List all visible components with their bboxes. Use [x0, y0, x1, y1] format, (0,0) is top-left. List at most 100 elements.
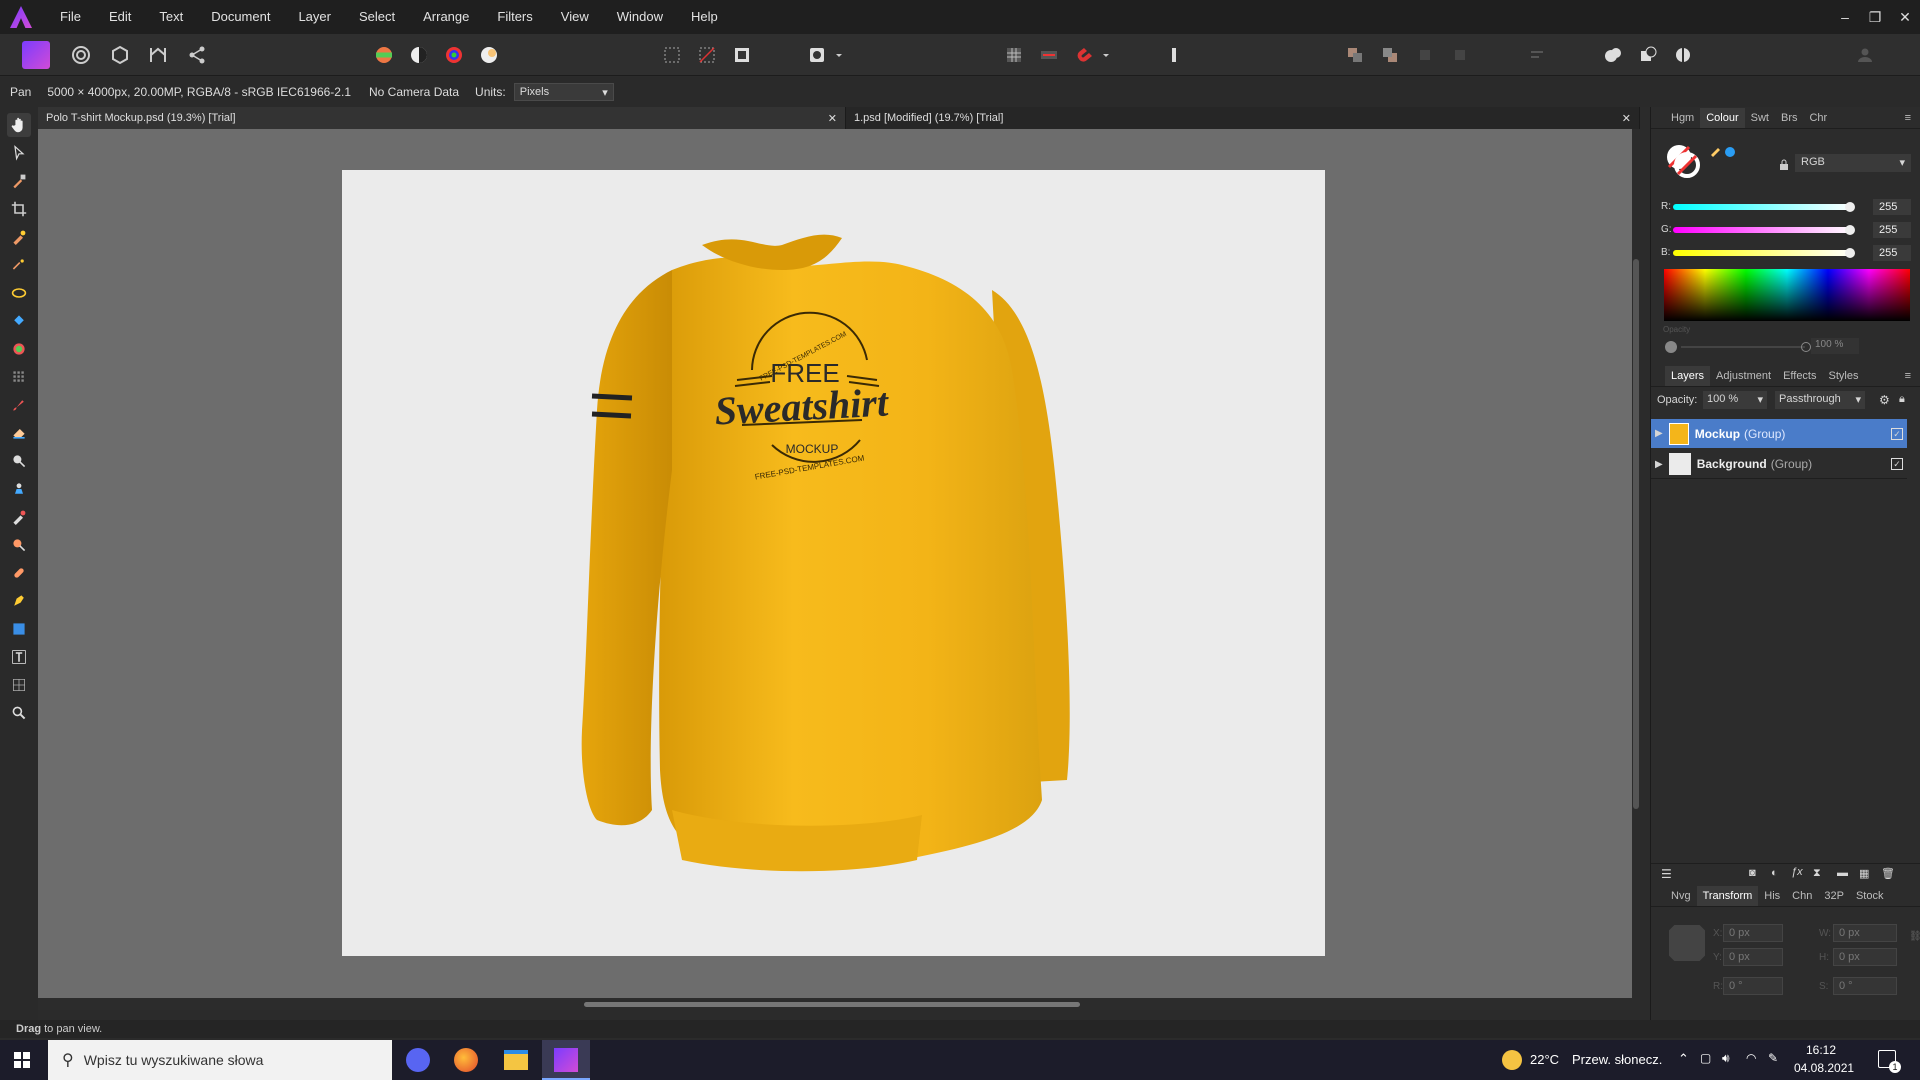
- colour-spectrum[interactable]: [1664, 269, 1910, 321]
- firefox-icon[interactable]: [454, 1048, 478, 1072]
- pen-tool-icon[interactable]: [7, 589, 31, 613]
- canvas-area[interactable]: FREE Sweatshirt MOCKUP FREE-PSD-TEMPLATE…: [38, 129, 1640, 998]
- photo-persona-icon[interactable]: [22, 41, 50, 69]
- vertical-scrollbar[interactable]: [1632, 129, 1640, 998]
- add-pixel-layer-icon[interactable]: ▦: [1859, 867, 1869, 880]
- tab-styles[interactable]: Styles: [1823, 370, 1865, 382]
- flood-fill-tool-icon[interactable]: [7, 309, 31, 333]
- boolean-intersect-icon[interactable]: [1670, 42, 1696, 68]
- link-icon[interactable]: ⛓︎: [1909, 931, 1920, 942]
- tab-effects[interactable]: Effects: [1777, 370, 1822, 382]
- arrange-backmost-icon[interactable]: [1447, 42, 1473, 68]
- user-account-icon[interactable]: [1852, 42, 1878, 68]
- affinity-photo-taskbar-button[interactable]: [542, 1040, 590, 1080]
- flood-select-tool-icon[interactable]: [7, 253, 31, 277]
- deselect-icon[interactable]: [694, 42, 720, 68]
- lock-icon[interactable]: [1779, 159, 1789, 174]
- weather-sun-icon[interactable]: [1502, 1050, 1522, 1070]
- crop-tool-icon[interactable]: [7, 197, 31, 221]
- network-icon[interactable]: ▢: [1700, 1051, 1711, 1065]
- menu-window[interactable]: Window: [603, 0, 677, 34]
- taskbar-search-box[interactable]: ⚲ Wpisz tu wyszukiwane słowa: [48, 1040, 392, 1080]
- menu-layer[interactable]: Layer: [284, 0, 345, 34]
- tab-histogram[interactable]: Hgm: [1665, 112, 1700, 124]
- invert-selection-icon[interactable]: [729, 42, 755, 68]
- boolean-add-icon[interactable]: [1600, 42, 1626, 68]
- affinity-photo-logo-icon[interactable]: [10, 6, 32, 28]
- eyedropper-icon[interactable]: [1709, 143, 1723, 160]
- layer-opacity-dropdown[interactable]: 100 % ▾: [1703, 391, 1767, 409]
- close-button[interactable]: ✕: [1890, 0, 1920, 34]
- speaker-icon[interactable]: 🔊︎: [1722, 1051, 1730, 1066]
- discord-icon[interactable]: [406, 1048, 430, 1072]
- fx-icon[interactable]: ƒx: [1791, 866, 1803, 878]
- rectangle-tool-icon[interactable]: [7, 617, 31, 641]
- smudge-brush-tool-icon[interactable]: [7, 505, 31, 529]
- weather-temp[interactable]: 22°C: [1530, 1052, 1559, 1067]
- arrange-forward-icon[interactable]: [1342, 42, 1368, 68]
- w-field[interactable]: 0 px: [1833, 924, 1897, 942]
- live-filter-icon[interactable]: ⧗: [1813, 867, 1821, 880]
- horizontal-scrollbar[interactable]: [38, 998, 1640, 1010]
- wifi-icon[interactable]: ◠: [1746, 1051, 1756, 1065]
- weather-text[interactable]: Przew. słonecz.: [1572, 1052, 1662, 1067]
- tab-channels[interactable]: Chn: [1786, 890, 1818, 902]
- selection-brush-tool-icon[interactable]: [7, 225, 31, 249]
- tab-layers[interactable]: Layers: [1665, 365, 1711, 386]
- mesh-warp-tool-icon[interactable]: [7, 673, 31, 697]
- anchor-selector-icon[interactable]: [1669, 925, 1705, 961]
- tab-polo-tshirt-mockup[interactable]: Polo T-shirt Mockup.psd (19.3%) [Trial] …: [38, 107, 846, 129]
- color-picker-tool-icon[interactable]: [7, 169, 31, 193]
- colour-dot[interactable]: [1725, 147, 1735, 157]
- colour-model-dropdown[interactable]: RGB ▾: [1795, 154, 1911, 172]
- align-icon[interactable]: [1524, 42, 1550, 68]
- expand-arrow-icon[interactable]: ▶: [1655, 428, 1663, 439]
- document-canvas[interactable]: FREE Sweatshirt MOCKUP FREE-PSD-TEMPLATE…: [342, 170, 1325, 956]
- close-icon[interactable]: ✕: [828, 112, 837, 125]
- green-channel-slider[interactable]: [1673, 225, 1855, 235]
- snapping-grid-icon[interactable]: [1001, 42, 1027, 68]
- menu-help[interactable]: Help: [677, 0, 732, 34]
- rotation-field[interactable]: 0 °: [1723, 977, 1783, 995]
- blue-channel-value[interactable]: 255: [1873, 245, 1911, 261]
- lock-icon[interactable]: 🔒︎: [1899, 393, 1905, 406]
- liquify-persona-icon[interactable]: [68, 42, 94, 68]
- tab-transform[interactable]: Transform: [1696, 885, 1759, 906]
- slider-thumb[interactable]: [1845, 225, 1855, 235]
- clock-time[interactable]: 16:12: [1806, 1043, 1836, 1057]
- clone-brush-tool-icon[interactable]: [7, 477, 31, 501]
- menu-filters[interactable]: Filters: [483, 0, 546, 34]
- visibility-checkbox-icon[interactable]: ✓: [1891, 427, 1903, 440]
- expand-arrow-icon[interactable]: ▶: [1655, 459, 1663, 470]
- panel-menu-icon[interactable]: ≡: [1899, 370, 1917, 382]
- snapping-magnet-icon[interactable]: [1071, 42, 1097, 68]
- arrange-back-icon[interactable]: [1377, 42, 1403, 68]
- menu-text[interactable]: Text: [145, 0, 197, 34]
- zoom-tool-icon[interactable]: [7, 701, 31, 725]
- chevron-down-icon[interactable]: [833, 42, 845, 68]
- blue-channel-slider[interactable]: [1673, 248, 1855, 258]
- chevron-down-icon[interactable]: [1100, 42, 1112, 68]
- auto-levels-icon[interactable]: [371, 42, 397, 68]
- pan-tool-icon[interactable]: [7, 113, 31, 137]
- menu-select[interactable]: Select: [345, 0, 409, 34]
- paint-brush-tool-icon[interactable]: [7, 393, 31, 417]
- notifications-icon[interactable]: 1: [1878, 1050, 1901, 1073]
- arrange-front-icon[interactable]: [1412, 42, 1438, 68]
- quick-mask-icon[interactable]: [804, 42, 830, 68]
- pixel-tool-icon[interactable]: [7, 365, 31, 389]
- layer-row-background[interactable]: ▶ Background (Group) ✓: [1651, 450, 1907, 479]
- adjustment-icon[interactable]: ◐: [1771, 867, 1778, 879]
- artistic-text-tool-icon[interactable]: [7, 645, 31, 669]
- ellipse-marquee-tool-icon[interactable]: [7, 281, 31, 305]
- green-channel-value[interactable]: 255: [1873, 222, 1911, 238]
- menu-view[interactable]: View: [547, 0, 603, 34]
- share-icon[interactable]: [184, 42, 210, 68]
- gradient-tool-icon[interactable]: [7, 337, 31, 361]
- chevron-up-icon[interactable]: ⌃: [1678, 1051, 1689, 1067]
- slider-thumb[interactable]: [1845, 202, 1855, 212]
- fill-stroke-swatch-icon[interactable]: [1665, 143, 1701, 179]
- red-channel-slider[interactable]: [1673, 202, 1855, 212]
- blend-mode-dropdown[interactable]: Passthrough ▾: [1775, 391, 1865, 409]
- mask-layer-icon[interactable]: ◙: [1749, 867, 1756, 879]
